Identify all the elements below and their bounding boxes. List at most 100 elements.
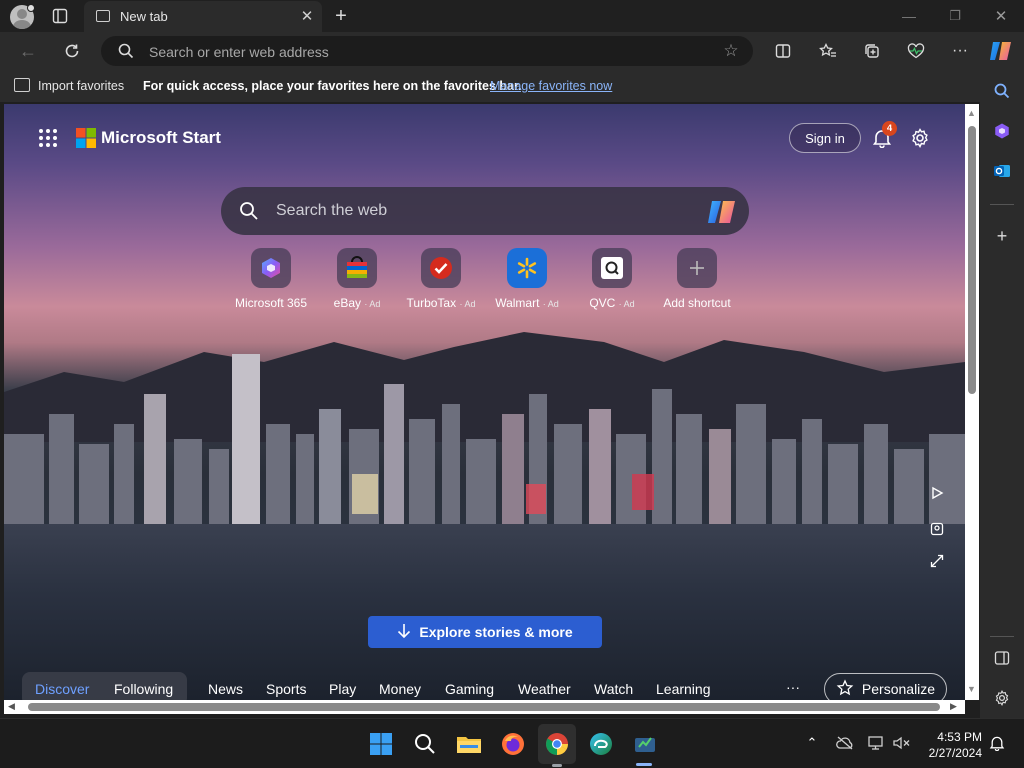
import-favorites-button[interactable]: Import favorites xyxy=(38,79,124,93)
copilot-search-icon[interactable] xyxy=(707,197,737,227)
feed-navigation: Discover Following News Sports Play Mone… xyxy=(4,672,965,700)
volume-muted-icon[interactable] xyxy=(893,735,911,751)
sidebar-search-icon[interactable] xyxy=(991,80,1013,102)
sparkle-star-icon xyxy=(836,678,854,700)
notification-center-bell-icon[interactable] xyxy=(988,734,1006,752)
tab-news[interactable]: News xyxy=(208,681,243,697)
shortcut-microsoft-365[interactable]: Microsoft 365 xyxy=(226,248,316,314)
tab-learning[interactable]: Learning xyxy=(656,681,711,697)
shortcut-turbotax[interactable]: TurboTax · Ad xyxy=(396,248,486,314)
scroll-down-arrow-icon[interactable]: ▼ xyxy=(967,684,976,694)
image-info-icon[interactable] xyxy=(928,520,946,538)
edge-icon[interactable] xyxy=(586,729,616,759)
tab-following[interactable]: Following xyxy=(114,681,173,697)
windows-taskbar: ⌃ 4:53 PM 2/27/2024 xyxy=(0,718,1024,768)
sidebar-microsoft-365-icon[interactable] xyxy=(991,120,1013,142)
network-icon[interactable] xyxy=(868,735,886,751)
shortcut-ad-tag: · Ad xyxy=(364,299,381,309)
web-search-input[interactable]: Search the web xyxy=(276,202,387,220)
running-indicator xyxy=(552,764,562,767)
shortcut-qvc[interactable]: QVC · Ad xyxy=(567,248,657,314)
horizontal-scrollbar[interactable]: ◀ ▶ xyxy=(4,700,965,714)
taskbar-search-icon[interactable] xyxy=(410,729,440,759)
shortcut-add[interactable]: Add shortcut xyxy=(652,248,742,314)
back-arrow-icon[interactable]: ← xyxy=(16,40,40,62)
arrow-down-icon xyxy=(397,623,411,642)
refresh-icon[interactable] xyxy=(60,40,84,62)
walmart-spark-icon xyxy=(507,248,547,288)
shortcut-ebay[interactable]: eBay · Ad xyxy=(312,248,402,314)
horizontal-scroll-thumb[interactable] xyxy=(28,703,940,711)
explore-stories-button[interactable]: Explore stories & more xyxy=(368,616,602,648)
file-explorer-icon[interactable] xyxy=(454,729,484,759)
vertical-scrollbar[interactable]: ▲ ▼ xyxy=(965,104,979,700)
tab-play[interactable]: Play xyxy=(329,681,356,697)
address-input[interactable]: Search or enter web address xyxy=(149,44,329,60)
tab-gaming[interactable]: Gaming xyxy=(445,681,494,697)
brand-title[interactable]: Microsoft Start xyxy=(101,128,221,148)
clock-date[interactable]: 2/27/2024 xyxy=(920,746,982,760)
restore-icon[interactable]: ❐ xyxy=(944,6,966,26)
sandbox-app-icon[interactable] xyxy=(630,729,660,759)
expand-image-icon[interactable] xyxy=(928,552,946,570)
tab-weather[interactable]: Weather xyxy=(518,681,571,697)
chrome-taskbar-item[interactable] xyxy=(538,724,576,767)
personalize-button[interactable]: Personalize xyxy=(824,673,947,700)
tab-sports[interactable]: Sports xyxy=(266,681,306,697)
manage-favorites-link[interactable]: Manage favorites now xyxy=(490,79,612,93)
shortcut-walmart[interactable]: Walmart · Ad xyxy=(482,248,572,314)
tab-close-icon[interactable]: ✕ xyxy=(298,7,316,25)
chrome-icon xyxy=(545,732,569,756)
more-options-icon[interactable]: ··· xyxy=(949,40,971,62)
title-bar: New tab ✕ + — ❐ ✕ xyxy=(0,0,1024,32)
clock-time[interactable]: 4:53 PM xyxy=(920,730,982,744)
split-screen-icon[interactable] xyxy=(772,40,794,62)
shortcut-label: TurboTax xyxy=(406,296,457,310)
tab-actions-icon[interactable] xyxy=(50,7,70,25)
minimize-icon[interactable]: — xyxy=(898,6,920,26)
shortcut-label: QVC xyxy=(589,296,616,310)
favorites-icon[interactable] xyxy=(817,40,839,62)
import-favorites-icon xyxy=(14,78,30,92)
collections-icon[interactable] xyxy=(861,40,883,62)
sidebar-divider xyxy=(990,636,1014,637)
onedrive-offline-icon[interactable] xyxy=(836,735,854,751)
hide-sidebar-icon[interactable] xyxy=(991,647,1013,669)
tab-discover[interactable]: Discover xyxy=(35,681,89,697)
tab-money[interactable]: Money xyxy=(379,681,421,697)
tab-new-tab[interactable]: New tab ✕ xyxy=(84,1,322,32)
microsoft-365-icon xyxy=(251,248,291,288)
shortcut-label: eBay xyxy=(333,296,361,310)
scroll-up-arrow-icon[interactable]: ▲ xyxy=(967,108,976,118)
running-indicator xyxy=(636,763,652,766)
web-search-box[interactable]: Search the web xyxy=(221,187,749,235)
browser-essentials-icon[interactable] xyxy=(905,40,927,62)
sidebar-outlook-icon[interactable] xyxy=(991,160,1013,182)
play-video-icon[interactable] xyxy=(928,484,946,502)
sign-in-button[interactable]: Sign in xyxy=(789,123,861,153)
firefox-icon[interactable] xyxy=(498,729,528,759)
app-launcher-icon[interactable] xyxy=(38,128,58,148)
scroll-right-arrow-icon[interactable]: ▶ xyxy=(950,701,957,712)
microsoft-logo xyxy=(76,128,96,148)
shortcut-ad-tag: · Ad xyxy=(459,299,476,309)
new-tab-page: Microsoft Start Sign in 4 Search the web… xyxy=(4,104,965,700)
sidebar-add-icon[interactable]: + xyxy=(991,225,1013,247)
shortcut-ad-tag: · Ad xyxy=(618,299,635,309)
add-favorite-star-icon[interactable]: ☆ xyxy=(721,41,741,61)
plus-icon xyxy=(677,248,717,288)
notification-count-badge: 4 xyxy=(882,121,897,136)
show-hidden-icons-chevron-icon[interactable]: ⌃ xyxy=(804,735,820,751)
vertical-scroll-thumb[interactable] xyxy=(968,126,976,394)
new-tab-button[interactable]: + xyxy=(330,5,352,27)
scroll-left-arrow-icon[interactable]: ◀ xyxy=(8,701,15,712)
page-settings-gear-icon[interactable] xyxy=(908,126,932,150)
ebay-bag-icon xyxy=(337,248,377,288)
address-bar[interactable]: Search or enter web address ☆ xyxy=(101,36,753,66)
tab-watch[interactable]: Watch xyxy=(594,681,633,697)
sidebar-settings-icon[interactable] xyxy=(991,687,1013,709)
copilot-icon[interactable] xyxy=(988,38,1014,64)
more-tabs-button[interactable]: ··· xyxy=(786,679,800,695)
windows-start-icon[interactable] xyxy=(366,729,396,759)
close-window-icon[interactable]: ✕ xyxy=(990,6,1012,26)
